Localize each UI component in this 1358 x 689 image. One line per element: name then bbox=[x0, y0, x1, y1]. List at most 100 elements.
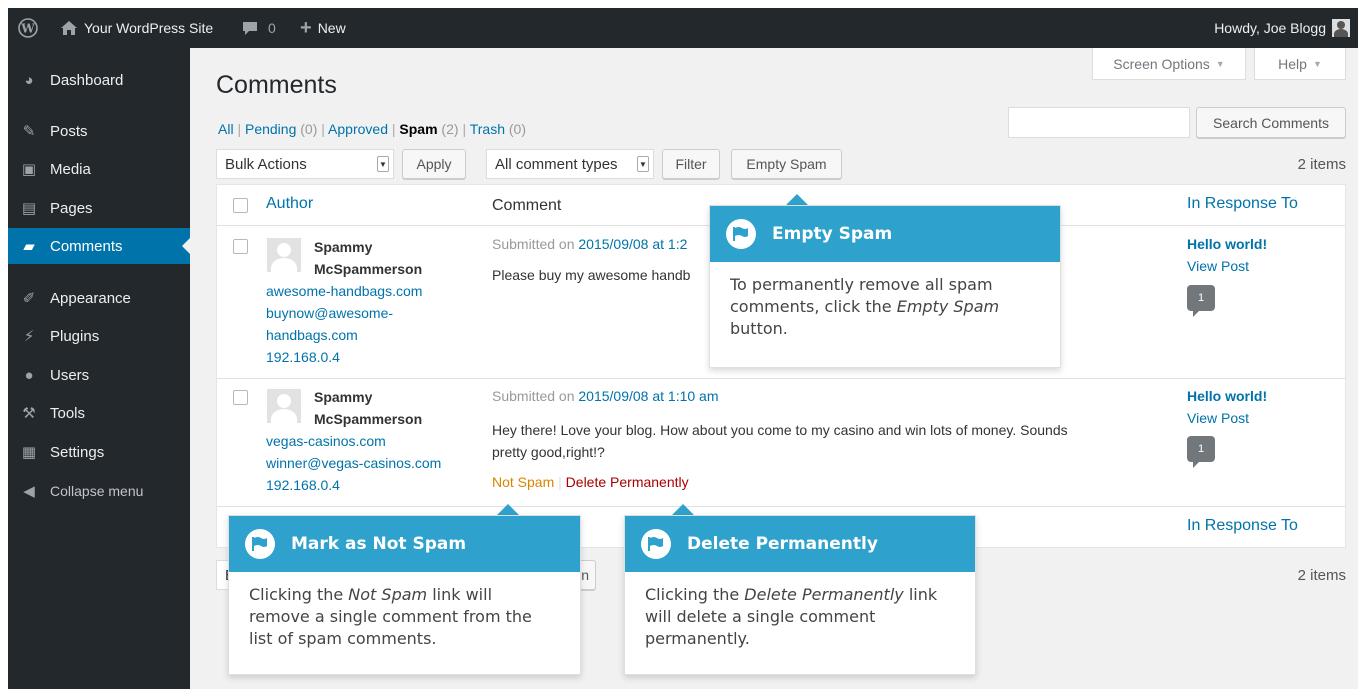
admin-bar: W Your WordPress Site 0 + New Howdy, Joe… bbox=[8, 8, 1358, 48]
filter-approved[interactable]: Approved bbox=[328, 121, 388, 137]
select-all-checkbox[interactable] bbox=[233, 198, 248, 213]
pointer-header: Mark as Not Spam bbox=[229, 516, 580, 572]
author-first-name: Spammy bbox=[314, 389, 373, 405]
author-url: awesome-handbags.com buynow@awesome- han… bbox=[266, 280, 422, 368]
apply-button[interactable]: Apply bbox=[402, 149, 466, 179]
screen-options-label: Screen Options bbox=[1113, 55, 1210, 72]
comments-indicator[interactable]: 0 bbox=[242, 8, 276, 48]
author-first-name: Spammy bbox=[314, 239, 373, 255]
screen-options-tab[interactable]: Screen Options ▼ bbox=[1092, 48, 1246, 80]
author-email-link[interactable]: buynow@awesome- bbox=[266, 305, 393, 321]
comment-type-value: All comment types bbox=[495, 155, 618, 173]
comment-type-select[interactable]: All comment types ▼ bbox=[486, 149, 654, 179]
items-count: 2 items bbox=[1297, 156, 1346, 173]
sidebar-item-label: Comments bbox=[50, 237, 123, 255]
spam-count: (2) bbox=[441, 121, 459, 137]
column-in-response-to[interactable]: In Response To bbox=[1187, 195, 1298, 213]
search-input[interactable] bbox=[1008, 107, 1190, 138]
delete-permanently-link[interactable]: Delete Permanently bbox=[566, 474, 689, 490]
separator: | bbox=[237, 121, 245, 137]
submitted-line: Submitted on 2015/09/08 at 1:10 am bbox=[492, 388, 719, 404]
view-post-link[interactable]: View Post bbox=[1187, 410, 1249, 426]
pointer-line2: comments, click the bbox=[730, 297, 897, 316]
sidebar-item-media[interactable]: ▣ Media bbox=[8, 151, 190, 187]
svg-text:W: W bbox=[20, 22, 35, 36]
pointer-title: Delete Permanently bbox=[687, 534, 878, 554]
comment-count-bubble[interactable]: 1 bbox=[1187, 436, 1215, 468]
admin-menu: ◕ Dashboard ✎ Posts ▣ Media ▤ Pages ▰ Comment… bbox=[8, 48, 190, 689]
help-tab[interactable]: Help ▼ bbox=[1254, 48, 1346, 80]
author-last-name: McSpammerson bbox=[314, 261, 423, 277]
sidebar-item-tools[interactable]: ⚒ Tools bbox=[8, 395, 190, 431]
author-ip-link[interactable]: 192.168.0.4 bbox=[266, 349, 340, 365]
filter-trash[interactable]: Trash bbox=[470, 121, 505, 137]
column-in-response-to-footer[interactable]: In Response To bbox=[1187, 517, 1298, 535]
sidebar-item-plugins[interactable]: ⚡ Plugins bbox=[8, 318, 190, 354]
not-spam-link[interactable]: Not Spam bbox=[492, 474, 554, 490]
author-email-link-cont[interactable]: handbags.com bbox=[266, 327, 358, 343]
status-filters: All | Pending (0) | Approved | Spam (2) … bbox=[218, 121, 526, 137]
sidebar-item-settings[interactable]: ▦ Settings bbox=[8, 434, 190, 470]
author-ip-link[interactable]: 192.168.0.4 bbox=[266, 477, 340, 493]
column-author[interactable]: Author bbox=[266, 195, 313, 213]
plus-icon: + bbox=[300, 16, 312, 39]
wp-admin-window: W Your WordPress Site 0 + New Howdy, Joe… bbox=[8, 8, 1358, 689]
filter-spam-current[interactable]: Spam bbox=[399, 121, 437, 137]
wordpress-logo-icon[interactable]: W bbox=[18, 8, 38, 48]
avatar bbox=[267, 238, 301, 272]
pointer-line1-em: Not Spam bbox=[348, 585, 428, 604]
caret-down-icon: ▼ bbox=[1312, 58, 1322, 69]
filter-all[interactable]: All bbox=[218, 121, 234, 137]
sidebar-item-dashboard[interactable]: ◕ Dashboard bbox=[8, 62, 190, 98]
submitted-date-link[interactable]: 2015/09/08 at 1:10 am bbox=[578, 388, 718, 404]
comments-count: 0 bbox=[268, 20, 276, 36]
view-post-link[interactable]: View Post bbox=[1187, 258, 1249, 274]
pointer-body: To permanently remove all spam comments,… bbox=[730, 274, 1042, 340]
author-url-link[interactable]: vegas-casinos.com bbox=[266, 433, 386, 449]
site-name-link[interactable]: Your WordPress Site bbox=[60, 8, 213, 48]
row-actions: Not Spam | Delete Permanently bbox=[492, 474, 689, 490]
pointer-arrow bbox=[786, 194, 808, 205]
row-checkbox[interactable] bbox=[233, 390, 248, 405]
author-last-name: McSpammerson bbox=[314, 411, 423, 427]
pointer-line3: list of spam comments. bbox=[249, 629, 437, 648]
new-content-link[interactable]: + New bbox=[300, 8, 346, 48]
sidebar-item-comments[interactable]: ▰ Comments bbox=[8, 228, 190, 264]
help-label: Help bbox=[1278, 55, 1307, 72]
sidebar-item-label: Media bbox=[50, 160, 91, 178]
select-arrow-icon: ▼ bbox=[377, 156, 389, 172]
collapse-icon: ◀ bbox=[23, 483, 35, 500]
sidebar-item-label: Collapse menu bbox=[50, 483, 144, 499]
filter-pending[interactable]: Pending bbox=[245, 121, 296, 137]
pending-count: (0) bbox=[300, 121, 318, 137]
comment-count-bubble[interactable]: 1 bbox=[1187, 285, 1215, 317]
author-url: vegas-casinos.com winner@vegas-casinos.c… bbox=[266, 430, 441, 496]
post-title-link[interactable]: Hello world! bbox=[1187, 388, 1267, 404]
delete-permanently-pointer: Delete Permanently Clicking the Delete P… bbox=[624, 515, 976, 675]
separator: | bbox=[462, 121, 470, 137]
row-checkbox[interactable] bbox=[233, 239, 248, 254]
post-title-link[interactable]: Hello world! bbox=[1187, 236, 1267, 252]
pointer-line1-post: link bbox=[903, 585, 938, 604]
sidebar-item-appearance[interactable]: ✐ Appearance bbox=[8, 280, 190, 316]
collapse-menu-button[interactable]: ◀ Collapse menu bbox=[8, 473, 190, 509]
pointer-header: Delete Permanently bbox=[625, 516, 975, 572]
submitted-prefix: Submitted on bbox=[492, 388, 575, 404]
sidebar-item-label: Settings bbox=[50, 443, 105, 461]
filter-button[interactable]: Filter bbox=[662, 149, 720, 179]
pointer-line3: button. bbox=[730, 319, 788, 338]
flag-icon bbox=[641, 529, 671, 559]
users-icon: ● bbox=[24, 366, 34, 384]
author-email-link[interactable]: winner@vegas-casinos.com bbox=[266, 455, 441, 471]
sidebar-item-pages[interactable]: ▤ Pages bbox=[8, 190, 190, 226]
select-arrow-icon: ▼ bbox=[637, 156, 649, 172]
bulk-actions-select[interactable]: Bulk Actions ▼ bbox=[216, 149, 394, 179]
sidebar-item-users[interactable]: ● Users bbox=[8, 357, 190, 393]
author-url-link[interactable]: awesome-handbags.com bbox=[266, 283, 422, 299]
sidebar-item-posts[interactable]: ✎ Posts bbox=[8, 113, 190, 149]
avatar bbox=[267, 389, 301, 423]
my-account-link[interactable]: Howdy, Joe Blogg bbox=[1214, 8, 1350, 48]
search-comments-button[interactable]: Search Comments bbox=[1196, 107, 1346, 138]
empty-spam-button[interactable]: Empty Spam bbox=[731, 149, 842, 179]
submitted-date-link[interactable]: 2015/09/08 at 1:2 bbox=[578, 236, 687, 252]
